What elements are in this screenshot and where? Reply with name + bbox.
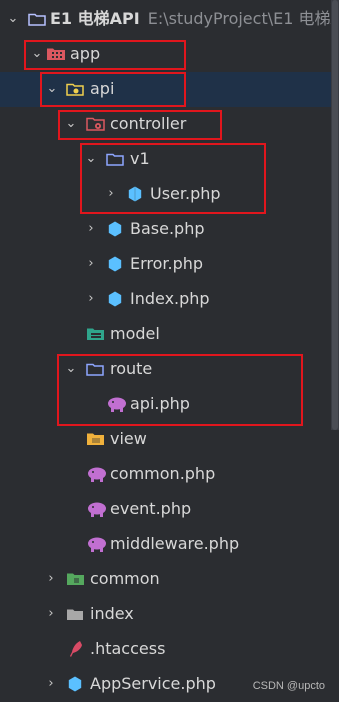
tree-label-base-php: Base.php [130, 219, 205, 238]
tree-label-app: app [70, 44, 101, 63]
folder-icon [66, 605, 84, 623]
folder-icon [106, 150, 124, 168]
php-file-icon [86, 535, 106, 553]
chevron-down-icon[interactable]: ⌄ [64, 360, 78, 378]
chevron-down-icon[interactable]: ⌄ [45, 80, 59, 98]
tree-row-htaccess[interactable]: .htaccess [0, 632, 339, 667]
project-title: E1 电梯API [50, 9, 140, 28]
php-class-icon [106, 220, 124, 238]
tree-row-model[interactable]: model [0, 317, 339, 352]
php-file-icon [106, 395, 126, 413]
tree-label-view: view [110, 429, 147, 448]
project-path: E:\studyProject\E1 电梯AP [147, 9, 339, 28]
folder-icon [86, 360, 104, 378]
php-class-icon [106, 255, 124, 273]
tree-row-app[interactable]: ⌄ app [0, 37, 339, 72]
chevron-right-icon[interactable]: › [44, 675, 58, 693]
tree-label-api: api [90, 79, 115, 98]
tree-label-middleware-php: middleware.php [110, 534, 240, 553]
tree-row-common-php[interactable]: common.php [0, 457, 339, 492]
feather-icon [68, 640, 86, 658]
chevron-down-icon[interactable]: ⌄ [30, 45, 44, 63]
tree-row-base-php[interactable]: › Base.php [0, 212, 339, 247]
api-folder-icon [66, 80, 84, 98]
chevron-down-icon[interactable]: ⌄ [64, 115, 78, 133]
project-tree: ⌄ E1 电梯API E:\studyProject\E1 电梯AP ⌄ app [0, 0, 339, 702]
tree-row-error-php[interactable]: › Error.php [0, 247, 339, 282]
tree-row-event-php[interactable]: event.php [0, 492, 339, 527]
tree-label-route: route [110, 359, 153, 378]
tree-row-route[interactable]: ⌄ route [0, 352, 339, 387]
tree-row-api-php[interactable]: api.php [0, 387, 339, 422]
php-file-icon [86, 500, 106, 518]
watermark: CSDN @upcto [252, 680, 325, 692]
tree-label-v1: v1 [130, 149, 150, 168]
tree-row-middleware-php[interactable]: middleware.php [0, 527, 339, 562]
tree-label-htaccess: .htaccess [90, 639, 166, 658]
tree-label-index-php: Index.php [130, 289, 210, 308]
tree-label-appservice-php: AppService.php [90, 674, 216, 693]
model-folder-icon [86, 325, 104, 343]
tree-label-common: common [90, 569, 160, 588]
php-class-icon [126, 185, 144, 203]
php-file-icon [86, 465, 106, 483]
tree-row-api[interactable]: ⌄ api [0, 72, 339, 107]
tree-row-common[interactable]: › common [0, 562, 339, 597]
php-class-icon [106, 290, 124, 308]
tree-row-user-php[interactable]: › User.php [0, 177, 339, 212]
folder-icon [28, 10, 46, 28]
tree-label-user-php: User.php [150, 184, 221, 203]
tree-row-index[interactable]: › index [0, 597, 339, 632]
chevron-right-icon[interactable]: › [44, 605, 58, 623]
scrollbar-thumb[interactable] [332, 0, 338, 430]
tree-row-index-php[interactable]: › Index.php [0, 282, 339, 317]
tree-label-model: model [110, 324, 160, 343]
tree-label-controller: controller [110, 114, 187, 133]
tree-row-controller[interactable]: ⌄ controller [0, 107, 339, 142]
tree-label-api-php: api.php [130, 394, 190, 413]
tree-label-event-php: event.php [110, 499, 192, 518]
common-folder-icon [66, 570, 84, 588]
tree-row-v1[interactable]: ⌄ v1 [0, 142, 339, 177]
chevron-right-icon[interactable]: › [84, 290, 98, 308]
chevron-right-icon[interactable]: › [84, 255, 98, 273]
chevron-right-icon[interactable]: › [84, 220, 98, 238]
chevron-down-icon[interactable]: ⌄ [6, 10, 20, 28]
view-folder-icon [86, 430, 104, 448]
chevron-right-icon[interactable]: › [104, 185, 118, 203]
chevron-down-icon[interactable]: ⌄ [84, 150, 98, 168]
php-class-icon [66, 675, 84, 693]
tree-label-common-php: common.php [110, 464, 216, 483]
project-name: E1 电梯API E:\studyProject\E1 电梯AP [50, 9, 339, 29]
tree-row-view[interactable]: view [0, 422, 339, 457]
tree-label-error-php: Error.php [130, 254, 204, 273]
controller-folder-icon [86, 115, 105, 133]
tree-label-index: index [90, 604, 134, 623]
tree-row-project[interactable]: ⌄ E1 电梯API E:\studyProject\E1 电梯AP [0, 2, 339, 37]
vertical-scrollbar[interactable] [331, 0, 339, 430]
app-folder-icon [46, 45, 65, 63]
chevron-right-icon[interactable]: › [44, 570, 58, 588]
